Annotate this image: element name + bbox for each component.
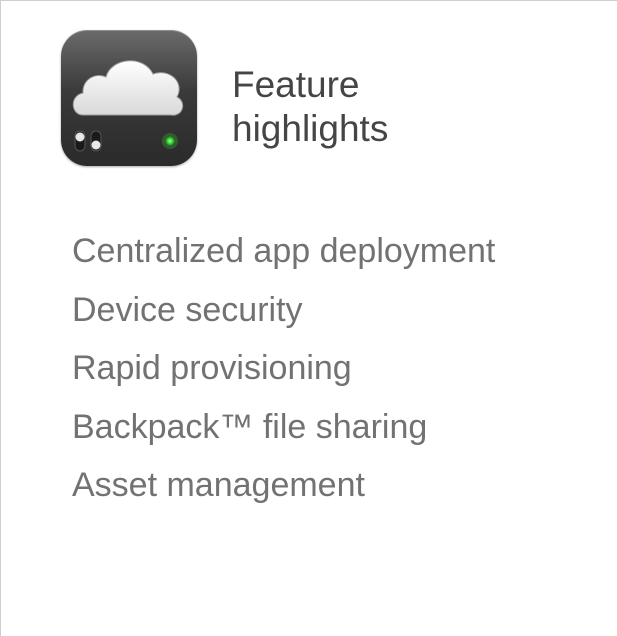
feature-list: Centralized app deployment Device securi…	[72, 222, 495, 515]
status-led-icon	[162, 133, 178, 149]
switch-icon	[74, 130, 102, 152]
title-line-1: Feature	[232, 64, 360, 105]
feature-item: Backpack™ file sharing	[72, 407, 428, 446]
cloud-icon	[72, 60, 184, 116]
feature-item: Asset management	[72, 466, 365, 504]
feature-item: Device security	[72, 290, 303, 329]
cloud-server-icon-graphic	[72, 60, 184, 152]
feature-item: Rapid provisioning	[72, 349, 352, 387]
feature-panel: Feature highlights Centralized app deplo…	[0, 0, 617, 636]
feature-item: Centralized app deployment	[72, 232, 496, 270]
page-title: Feature highlights	[232, 63, 388, 151]
cloud-server-app-icon	[61, 30, 197, 166]
title-line-2: highlights	[232, 108, 389, 149]
